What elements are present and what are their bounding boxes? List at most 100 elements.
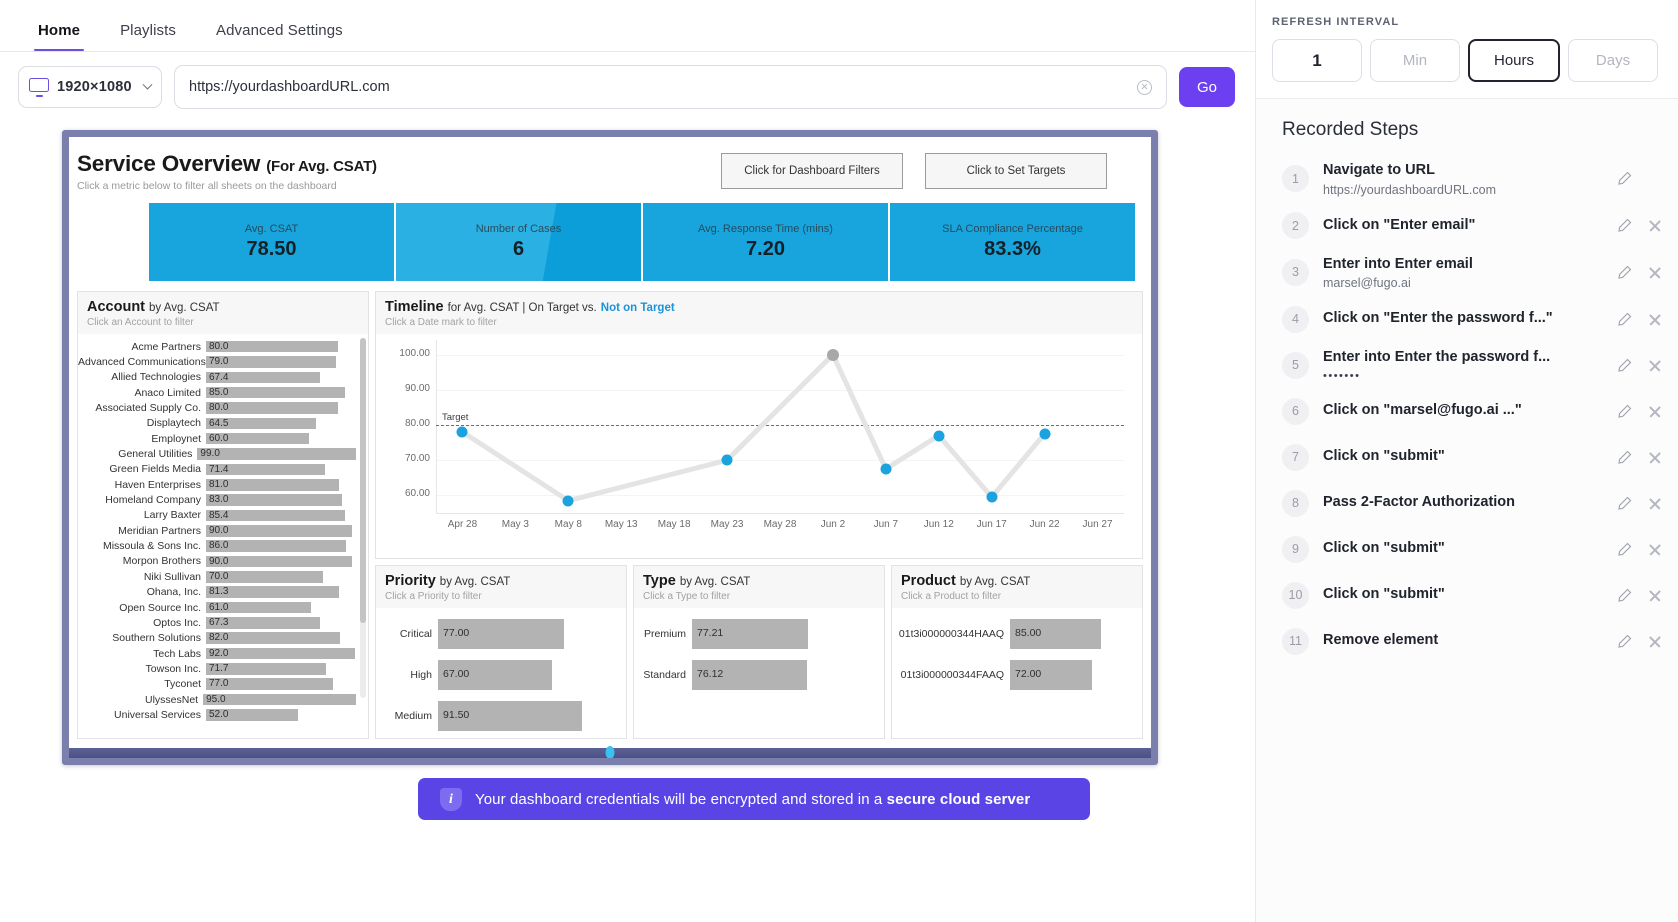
account-row[interactable]: Ohana, Inc. 81.3 [78, 585, 368, 600]
account-row[interactable]: Tech Labs 92.0 [78, 646, 368, 661]
account-name: Southern Solutions [112, 632, 201, 645]
refresh-unit-hours[interactable]: Hours [1468, 39, 1560, 82]
kpi-avg-csat[interactable]: Avg. CSAT 78.50 [149, 203, 394, 281]
account-row[interactable]: UlyssesNet 95.0 [78, 692, 368, 707]
account-value: 64.5 [209, 417, 229, 429]
recorded-step[interactable]: 2 Click on "Enter email" [1256, 203, 1678, 249]
edit-pencil-icon[interactable] [1617, 218, 1632, 233]
timeline-chart[interactable]: 100.00 90.00 80.00 70.00 60.00 Target Apr 28 Ma… [376, 334, 1132, 539]
recorded-step[interactable]: 3 Enter into Enter email marsel@fugo.ai [1256, 249, 1678, 297]
remove-step-icon[interactable] [1648, 312, 1662, 326]
remove-step-icon[interactable] [1648, 219, 1662, 233]
account-row[interactable]: Associated Supply Co. 80.0 [78, 400, 368, 415]
recorded-step[interactable]: 4 Click on "Enter the password f..." [1256, 296, 1678, 342]
priority-row[interactable]: High 67.00 [376, 660, 626, 690]
not-on-target-link[interactable]: Not on Target [601, 302, 675, 314]
remove-step-icon[interactable] [1648, 450, 1662, 464]
account-row[interactable]: Towson Inc. 71.7 [78, 661, 368, 676]
account-row[interactable]: Tyconet 77.0 [78, 677, 368, 692]
kpi-avg-response-time[interactable]: Avg. Response Time (mins) 7.20 [643, 203, 888, 281]
timeline-data-point[interactable] [721, 454, 733, 466]
nav-tab-advanced-settings[interactable]: Advanced Settings [196, 22, 363, 51]
account-row[interactable]: Niki Sullivan 70.0 [78, 569, 368, 584]
type-row[interactable]: Standard 76.12 [634, 660, 884, 690]
priority-panel: Priority by Avg. CSAT Click a Priority t… [375, 565, 627, 739]
timeline-data-point[interactable] [986, 491, 998, 503]
panel-title-by: by Avg. CSAT [959, 576, 1031, 588]
refresh-unit-days[interactable]: Days [1568, 39, 1658, 82]
product-row[interactable]: 01t3i000000344FAAQ 72.00 [892, 660, 1142, 690]
recorded-step[interactable]: 11 Remove element [1256, 618, 1678, 664]
account-row[interactable]: Optos Inc. 67.3 [78, 615, 368, 630]
timeline-data-point[interactable] [456, 426, 468, 438]
account-row[interactable]: Meridian Partners 90.0 [78, 523, 368, 538]
kpi-number-of-cases[interactable]: Number of Cases 6 [396, 203, 641, 281]
account-row[interactable]: Morpon Brothers 90.0 [78, 554, 368, 569]
account-bar: 60.0 [206, 432, 310, 445]
account-row[interactable]: Advanced Communications 79.0 [78, 354, 368, 369]
clear-icon[interactable] [1137, 79, 1152, 95]
remove-step-icon[interactable] [1648, 542, 1662, 556]
account-row[interactable]: Allied Technologies 67.4 [78, 370, 368, 385]
account-row[interactable]: Universal Services 52.0 [78, 707, 368, 722]
remove-step-icon[interactable] [1648, 358, 1662, 372]
edit-pencil-icon[interactable] [1617, 265, 1632, 280]
product-row[interactable]: 01t3i000000344HAAQ 85.00 [892, 619, 1142, 649]
go-button[interactable]: Go [1179, 67, 1235, 107]
recorded-step[interactable]: 5 Enter into Enter the password f... •••••… [1256, 342, 1678, 388]
edit-pencil-icon[interactable] [1617, 358, 1632, 373]
edit-pencil-icon[interactable] [1617, 312, 1632, 327]
remove-step-icon[interactable] [1648, 588, 1662, 602]
account-row[interactable]: Employnet 60.0 [78, 431, 368, 446]
account-row[interactable]: General Utilities 99.0 [78, 446, 368, 461]
x-axis-tick-label: Jun 22 [1029, 519, 1060, 530]
refresh-value-input[interactable]: 1 [1272, 39, 1362, 82]
dashboard-canvas: Service Overview (For Avg. CSAT) Click a… [69, 137, 1151, 758]
url-input[interactable] [189, 79, 1137, 95]
edit-pencil-icon[interactable] [1617, 588, 1632, 603]
timeline-data-point[interactable] [562, 495, 574, 507]
timeline-data-point[interactable] [880, 463, 892, 475]
dashboard-filters-button[interactable]: Click for Dashboard Filters [721, 153, 903, 189]
account-row[interactable]: Green Fields Media 71.4 [78, 462, 368, 477]
priority-row[interactable]: Medium 91.50 [376, 701, 626, 731]
recorded-step[interactable]: 1 Navigate to URL https://yourdashboardURL… [1256, 155, 1678, 203]
recorded-step[interactable]: 10 Click on "submit" [1256, 572, 1678, 618]
account-scrollbar[interactable] [360, 338, 366, 698]
recorded-step[interactable]: 6 Click on "marsel@fugo.ai ..." [1256, 388, 1678, 434]
timeline-data-point[interactable] [1039, 428, 1051, 440]
edit-pencil-icon[interactable] [1617, 171, 1632, 186]
recorded-step[interactable]: 8 Pass 2-Factor Authorization [1256, 480, 1678, 526]
remove-step-icon[interactable] [1648, 265, 1662, 279]
nav-tab-playlists[interactable]: Playlists [100, 22, 196, 51]
edit-pencil-icon[interactable] [1617, 404, 1632, 419]
edit-pencil-icon[interactable] [1617, 450, 1632, 465]
account-row[interactable]: Acme Partners 80.0 [78, 339, 368, 354]
type-row[interactable]: Premium 77.21 [634, 619, 884, 649]
account-row[interactable]: Homeland Company 83.0 [78, 492, 368, 507]
account-row[interactable]: Anaco Limited 85.0 [78, 385, 368, 400]
remove-step-icon[interactable] [1648, 404, 1662, 418]
timeline-data-point[interactable] [826, 348, 839, 361]
edit-pencil-icon[interactable] [1617, 634, 1632, 649]
remove-step-icon[interactable] [1648, 496, 1662, 510]
kpi-sla-compliance[interactable]: SLA Compliance Percentage 83.3% [890, 203, 1135, 281]
recorded-step[interactable]: 9 Click on "submit" [1256, 526, 1678, 572]
nav-tab-home[interactable]: Home [18, 22, 100, 51]
account-row[interactable]: Displaytech 64.5 [78, 416, 368, 431]
account-row[interactable]: Missoula & Sons Inc. 86.0 [78, 538, 368, 553]
edit-pencil-icon[interactable] [1617, 496, 1632, 511]
resolution-select[interactable]: 1920×1080 [18, 66, 162, 108]
account-row[interactable]: Larry Baxter 85.4 [78, 508, 368, 523]
refresh-unit-min[interactable]: Min [1370, 39, 1460, 82]
set-targets-button[interactable]: Click to Set Targets [925, 153, 1107, 189]
priority-row[interactable]: Critical 77.00 [376, 619, 626, 649]
timeline-data-point[interactable] [933, 430, 945, 442]
edit-pencil-icon[interactable] [1617, 542, 1632, 557]
remove-step-icon[interactable] [1648, 634, 1662, 648]
account-row[interactable]: Open Source Inc. 61.0 [78, 600, 368, 615]
dashboard-preview[interactable]: Service Overview (For Avg. CSAT) Click a… [62, 130, 1158, 765]
account-row[interactable]: Southern Solutions 82.0 [78, 631, 368, 646]
recorded-step[interactable]: 7 Click on "submit" [1256, 434, 1678, 480]
account-row[interactable]: Haven Enterprises 81.0 [78, 477, 368, 492]
